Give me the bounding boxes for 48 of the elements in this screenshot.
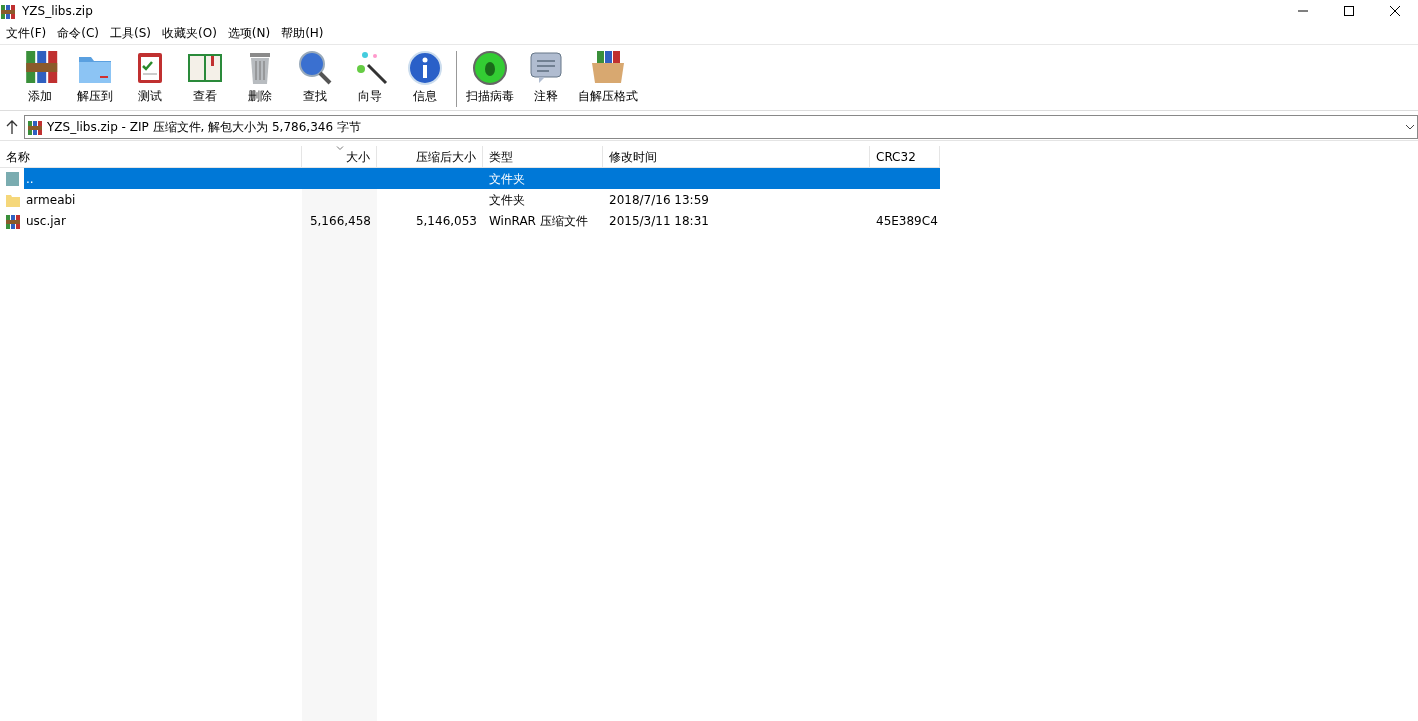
- toolbar-button[interactable]: 查看: [179, 49, 231, 104]
- close-icon: [1389, 5, 1401, 17]
- file-name[interactable]: ..: [24, 168, 302, 189]
- menu-item[interactable]: 选项(N): [223, 24, 275, 42]
- parent-folder-icon: [5, 170, 21, 187]
- table-cell: 文件夹: [483, 168, 603, 189]
- dropdown-caret-icon[interactable]: [1405, 123, 1415, 130]
- column-header[interactable]: 大小: [302, 146, 377, 168]
- toolbar-button[interactable]: 解压到: [69, 49, 121, 104]
- column-header[interactable]: CRC32: [870, 146, 940, 168]
- menu-item[interactable]: 收藏夹(O): [158, 24, 221, 42]
- toolbar-button[interactable]: 自解压格式: [575, 49, 641, 104]
- table-cell-text: 5,146,053: [414, 212, 478, 230]
- archive-icon: [0, 3, 16, 19]
- up-arrow-icon[interactable]: [6, 119, 18, 134]
- window-title: YZS_libs.zip: [22, 3, 93, 20]
- column-header[interactable]: 名称: [0, 146, 302, 168]
- toolbar-button[interactable]: 注释: [520, 49, 572, 104]
- archive-icon: [27, 118, 43, 135]
- table-cell-text: 5,166,458: [308, 212, 372, 230]
- toolbar-button[interactable]: 向导: [344, 49, 396, 104]
- toolbar-button[interactable]: 查找: [289, 49, 341, 104]
- table-cell-text: 文件夹: [488, 191, 526, 209]
- table-cell-text: 45E389C4: [875, 212, 939, 230]
- maximize-icon: [1343, 5, 1355, 17]
- sort-caret-icon: [336, 146, 344, 151]
- table-cell-text: 2018/7/16 13:59: [608, 191, 710, 209]
- search-icon: [296, 49, 334, 87]
- toolbar-button[interactable]: 删除: [234, 49, 286, 104]
- toolbar-button[interactable]: 测试: [124, 49, 176, 104]
- menu-item[interactable]: 命令(C): [53, 24, 103, 42]
- table-cell-text: 2015/3/11 18:31: [608, 212, 710, 230]
- toolbar-button[interactable]: 扫描病毒: [463, 49, 517, 104]
- table-cell-text: WinRAR 压缩文件: [488, 212, 589, 230]
- address-field[interactable]: YZS_libs.zip - ZIP 压缩文件, 解包大小为 5,786,346 字节: [47, 117, 1401, 136]
- menu-item[interactable]: 工具(S): [106, 24, 155, 42]
- file-name[interactable]: usc.jar: [24, 210, 302, 231]
- column-header[interactable]: 类型: [483, 146, 603, 168]
- file-name[interactable]: armeabi: [24, 189, 302, 210]
- toolbar-button[interactable]: 添加: [14, 49, 66, 104]
- toolbar-button[interactable]: 信息: [399, 49, 451, 104]
- archive-icon: [5, 212, 21, 229]
- info-icon: [406, 49, 444, 87]
- menu-item[interactable]: 文件(F): [2, 24, 51, 42]
- column-header[interactable]: 压缩后大小: [377, 146, 483, 168]
- address-bar[interactable]: YZS_libs.zip - ZIP 压缩文件, 解包大小为 5,786,346 字节: [24, 114, 1418, 139]
- column-header[interactable]: 修改时间: [603, 146, 870, 168]
- menu-item[interactable]: 帮助(H): [277, 24, 328, 42]
